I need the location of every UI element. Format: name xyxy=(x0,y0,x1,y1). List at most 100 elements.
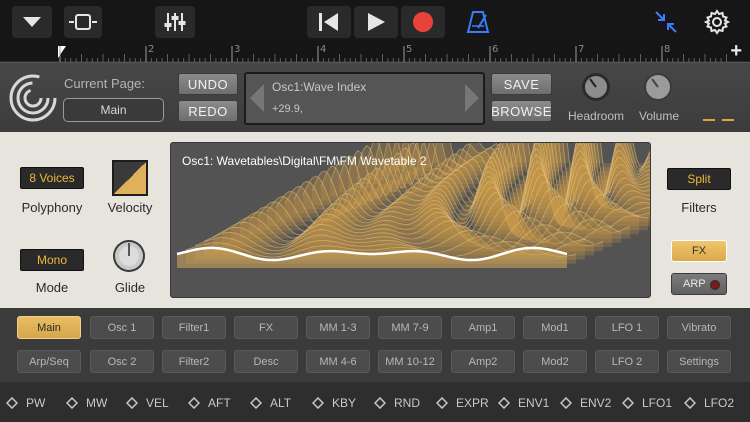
page-button-grid: Main Osc 1 Filter1 FX MM 1-3 MM 7-9 Amp1 Mod1 LF… xyxy=(0,308,750,382)
page-button-mod2[interactable]: Mod2 xyxy=(523,350,587,373)
ruler-mark: 5 xyxy=(406,44,413,55)
polyphony-label: Polyphony xyxy=(21,200,83,215)
page-button-vibrato[interactable]: Vibrato xyxy=(667,316,731,339)
ruler-mark: 8 xyxy=(664,44,671,55)
browse-button[interactable]: BROWSE xyxy=(491,100,552,122)
page-button-lfo-1[interactable]: LFO 1 xyxy=(595,316,659,339)
record-icon[interactable] xyxy=(401,6,445,38)
page-button-mm-4-6[interactable]: MM 4-6 xyxy=(306,350,370,373)
mod-source-label: AFT xyxy=(208,396,231,410)
ruler-mark: 2 xyxy=(148,44,155,55)
arp-button[interactable]: ARP xyxy=(671,273,727,295)
wavetable-display[interactable]: Osc1: Wavetables\Digital\FM\FM Wavetable… xyxy=(170,142,651,298)
next-arrow-icon[interactable] xyxy=(465,84,479,117)
mod-source-env2[interactable]: ENV2 xyxy=(560,396,611,410)
diamond-icon xyxy=(684,397,696,409)
transport-bar xyxy=(0,0,750,44)
app-logo xyxy=(8,73,58,128)
synth-main-panel: 8 Voices Polyphony Velocity Mono Mode Gl… xyxy=(0,132,750,308)
settings-gear-icon[interactable] xyxy=(703,9,731,40)
page-button-fx[interactable]: FX xyxy=(234,316,298,339)
header-panel: Current Page: Main UNDO REDO Osc1:Wave I… xyxy=(0,62,750,132)
diamond-icon xyxy=(374,397,386,409)
diamond-icon xyxy=(250,397,262,409)
play-icon[interactable] xyxy=(354,6,398,38)
page-button-mod1[interactable]: Mod1 xyxy=(523,316,587,339)
timeline-ruler[interactable]: 2 3 4 5 6 7 8 xyxy=(0,44,750,62)
headroom-knob[interactable] xyxy=(581,72,611,107)
page-button-desc[interactable]: Desc xyxy=(234,350,298,373)
page-button-settings[interactable]: Settings xyxy=(667,350,731,373)
mod-source-label: KBY xyxy=(332,396,357,410)
parameter-display: Osc1:Wave Index +29.9, xyxy=(244,72,485,125)
mod-source-label: ALT xyxy=(270,396,292,410)
dropdown-arrow-icon[interactable] xyxy=(12,6,52,38)
ruler-mark: 6 xyxy=(492,44,499,55)
page-button-filter1[interactable]: Filter1 xyxy=(162,316,226,339)
view-toggle-icon[interactable] xyxy=(64,6,102,38)
mod-source-label: ENV1 xyxy=(518,396,550,410)
save-button[interactable]: SAVE xyxy=(491,73,552,95)
mod-source-label: EXPR xyxy=(456,396,489,410)
add-track-button[interactable]: + xyxy=(730,41,742,61)
mod-source-alt[interactable]: ALT xyxy=(250,396,291,410)
modulation-source-bar: PW MW VEL AFT ALT KBY RND EXPR ENV1 ENV2 LFO1 LFO2 xyxy=(0,382,750,422)
mod-source-kby[interactable]: KBY xyxy=(312,396,356,410)
page-button-mm-7-9[interactable]: MM 7-9 xyxy=(378,316,442,339)
parameter-value: +29.9, xyxy=(272,103,303,115)
velocity-label: Velocity xyxy=(107,200,153,215)
page-button-osc-2[interactable]: Osc 2 xyxy=(90,350,154,373)
ruler-mark: 7 xyxy=(578,44,585,55)
mod-source-mw[interactable]: MW xyxy=(66,396,107,410)
mod-source-label: ENV2 xyxy=(580,396,612,410)
ruler-mark: 4 xyxy=(320,44,327,55)
glide-knob[interactable] xyxy=(112,239,146,278)
mode-selector[interactable]: Mono xyxy=(20,249,84,271)
collapse-arrows-icon[interactable] xyxy=(654,10,678,39)
mod-source-expr[interactable]: EXPR xyxy=(436,396,489,410)
diamond-icon xyxy=(126,397,138,409)
mod-source-label: LFO2 xyxy=(704,396,735,410)
diamond-icon xyxy=(560,397,572,409)
velocity-toggle[interactable] xyxy=(112,160,148,196)
mod-source-env1[interactable]: ENV1 xyxy=(498,396,549,410)
mod-source-vel[interactable]: VEL xyxy=(126,396,169,410)
glide-label: Glide xyxy=(114,280,146,295)
filters-label: Filters xyxy=(681,200,717,215)
prev-arrow-icon[interactable] xyxy=(250,84,264,117)
redo-button[interactable]: REDO xyxy=(178,100,238,122)
mixer-sliders-icon[interactable] xyxy=(155,6,195,38)
arp-led-indicator xyxy=(710,280,720,290)
page-button-amp1[interactable]: Amp1 xyxy=(451,316,515,339)
page-button-amp2[interactable]: Amp2 xyxy=(451,350,515,373)
undo-button[interactable]: UNDO xyxy=(178,73,238,95)
skip-to-start-icon[interactable] xyxy=(307,6,351,38)
page-button-lfo-2[interactable]: LFO 2 xyxy=(595,350,659,373)
page-button-filter2[interactable]: Filter2 xyxy=(162,350,226,373)
page-button-mm-10-12[interactable]: MM 10-12 xyxy=(378,350,442,373)
page-button-main[interactable]: Main xyxy=(17,316,81,339)
mod-source-pw[interactable]: PW xyxy=(6,396,45,410)
page-button-osc-1[interactable]: Osc 1 xyxy=(90,316,154,339)
volume-knob[interactable] xyxy=(643,72,673,107)
diamond-icon xyxy=(188,397,200,409)
level-meter-right xyxy=(722,119,734,121)
mod-source-aft[interactable]: AFT xyxy=(188,396,231,410)
polyphony-selector[interactable]: 8 Voices xyxy=(20,167,84,189)
current-page-label: Current Page: xyxy=(64,76,145,91)
mod-source-label: MW xyxy=(86,396,108,410)
mod-source-label: RND xyxy=(394,396,420,410)
diamond-icon xyxy=(498,397,510,409)
page-button-mm-1-3[interactable]: MM 1-3 xyxy=(306,316,370,339)
diamond-icon xyxy=(66,397,78,409)
mod-source-lfo1[interactable]: LFO1 xyxy=(622,396,672,410)
filters-selector[interactable]: Split xyxy=(667,168,731,190)
volume-label: Volume xyxy=(639,109,680,123)
fx-button[interactable]: FX xyxy=(671,240,727,262)
current-page-button[interactable]: Main xyxy=(63,98,164,122)
mod-source-rnd[interactable]: RND xyxy=(374,396,420,410)
mod-source-label: PW xyxy=(26,396,46,410)
page-button-arp-seq[interactable]: Arp/Seq xyxy=(17,350,81,373)
metronome-icon[interactable] xyxy=(466,10,490,39)
mod-source-lfo2[interactable]: LFO2 xyxy=(684,396,734,410)
